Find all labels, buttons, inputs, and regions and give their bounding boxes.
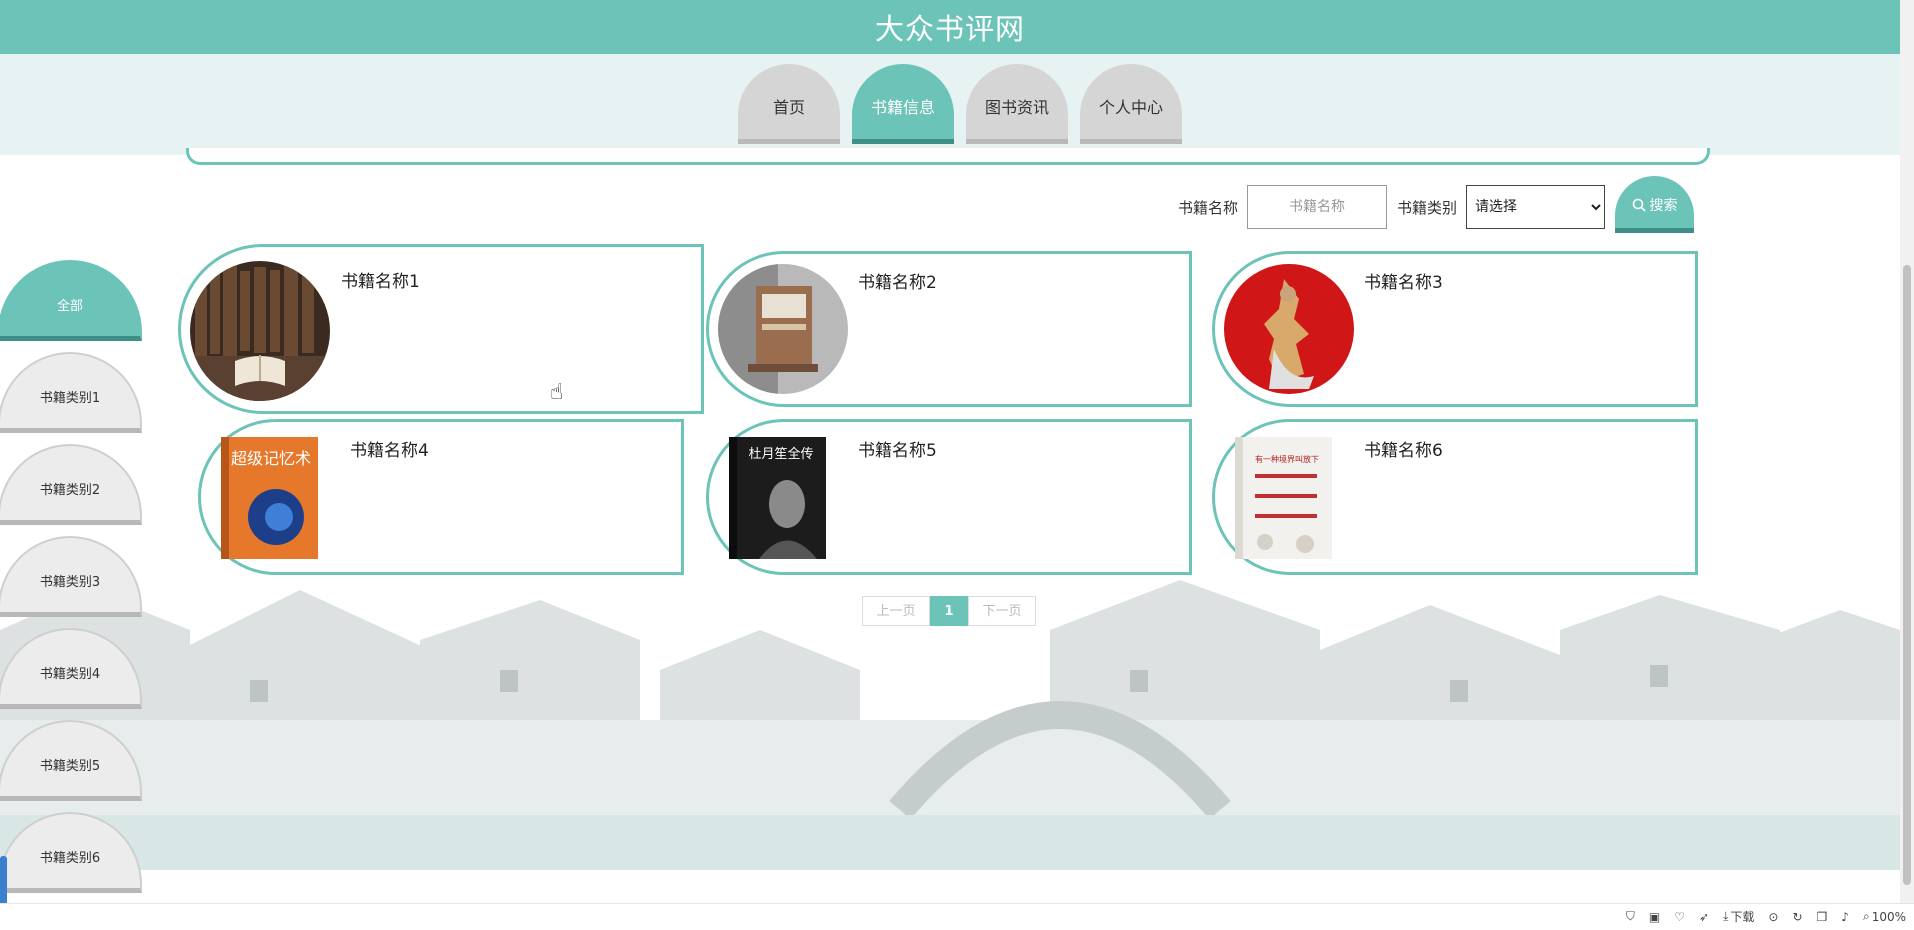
search-bar: 书籍名称 书籍类别 请选择 搜索 (1178, 175, 1695, 233)
main-nav: 首页 书籍信息 图书资讯 个人中心 (738, 64, 1182, 146)
tab-personal-center[interactable]: 个人中心 (1080, 64, 1182, 144)
pointer-cursor-icon: ☝ (550, 380, 564, 405)
window-icon[interactable]: ❐ (1817, 910, 1828, 924)
page-1-button[interactable]: 1 (930, 596, 968, 626)
search-icon (1632, 198, 1646, 212)
book-name-label: 书籍名称 (1178, 198, 1239, 217)
biography-book-image: 杜月笙全传 (729, 432, 859, 562)
book-name: 书籍名称1 (341, 272, 420, 292)
zoom-icon: ⌕ (1862, 909, 1870, 923)
speaker-icon[interactable]: ♪ (1841, 910, 1849, 924)
tab-book-news[interactable]: 图书资讯 (966, 64, 1068, 144)
book-card-1[interactable]: 书籍名称1 (178, 244, 704, 414)
sidebar-item-category-2[interactable]: 书籍类别2 (0, 444, 142, 525)
memory-book-image: 超级记忆术 (221, 432, 351, 562)
book-category-label: 书籍类别 (1397, 198, 1458, 217)
book-name: 书籍名称4 (350, 441, 429, 461)
side-handle[interactable] (0, 856, 7, 906)
book-card-5[interactable]: 杜月笙全传 书籍名称5 (706, 419, 1192, 575)
browser-status-bar: ⛉ ▣ ♡ ➶ ⤓ 下载 ⊙ ↻ ❐ ♪ ⌕ 100% (0, 903, 1914, 930)
book-name: 书籍名称5 (858, 441, 937, 461)
svg-text:超级记忆术: 超级记忆术 (231, 449, 311, 468)
tab-book-info[interactable]: 书籍信息 (852, 64, 954, 144)
download-icon: ⤓ (1723, 909, 1729, 923)
download-button[interactable]: ⤓ 下载 (1723, 908, 1754, 925)
book-category-select[interactable]: 请选择 (1466, 185, 1606, 229)
sidebar-item-all[interactable]: 全部 (0, 260, 142, 341)
svg-text:有一种境界叫放下: 有一种境界叫放下 (1255, 454, 1319, 464)
svg-text:杜月笙全传: 杜月笙全传 (748, 446, 813, 462)
book-name: 书籍名称3 (1364, 273, 1443, 293)
book-card-6[interactable]: 有一种境界叫放下 书籍名称6 (1212, 419, 1698, 575)
rocket-icon[interactable]: ➶ (1699, 910, 1709, 924)
zoom-level: 100% (1871, 909, 1906, 924)
tab-home[interactable]: 首页 (738, 64, 840, 144)
white-book-image: 有一种境界叫放下 (1235, 432, 1365, 562)
scrollbar-thumb[interactable] (1903, 265, 1911, 885)
book-name: 书籍名称2 (858, 273, 937, 293)
search-button-label: 搜索 (1649, 198, 1678, 214)
pagination: 上一页 1 下一页 (862, 596, 1036, 626)
next-page-button[interactable]: 下一页 (968, 596, 1036, 626)
site-header: 大众书评网 (0, 0, 1900, 54)
content-frame-edge (186, 148, 1710, 165)
sidebar-item-category-1[interactable]: 书籍类别1 (0, 352, 142, 433)
image-icon[interactable]: ▣ (1649, 910, 1660, 924)
refresh-icon[interactable]: ↻ (1792, 910, 1802, 924)
book-card-3[interactable]: 书籍名称3 (1212, 251, 1698, 407)
site-title: 大众书评网 (874, 12, 1025, 46)
zoom-control[interactable]: ⌕ 100% (1863, 909, 1906, 924)
book-name: 书籍名称6 (1364, 441, 1443, 461)
book-name-input[interactable] (1247, 185, 1388, 229)
book-card-2[interactable]: 书籍名称2 (706, 251, 1192, 407)
library-books-image (190, 261, 330, 401)
red-figurine-image (1224, 264, 1354, 394)
book-card-4[interactable]: 超级记忆术 书籍名称4 (198, 419, 684, 575)
prev-page-button[interactable]: 上一页 (862, 596, 930, 626)
download-label: 下载 (1730, 910, 1755, 924)
search-button[interactable]: 搜索 (1615, 175, 1695, 233)
heart-icon[interactable]: ♡ (1674, 910, 1685, 924)
glasses-icon[interactable]: ⊙ (1768, 910, 1778, 924)
vertical-scrollbar[interactable] (1900, 0, 1914, 903)
shield-icon[interactable]: ⛉ (1626, 909, 1635, 924)
book-display-image (718, 264, 848, 394)
sidebar-item-category-3[interactable]: 书籍类别3 (0, 536, 142, 617)
